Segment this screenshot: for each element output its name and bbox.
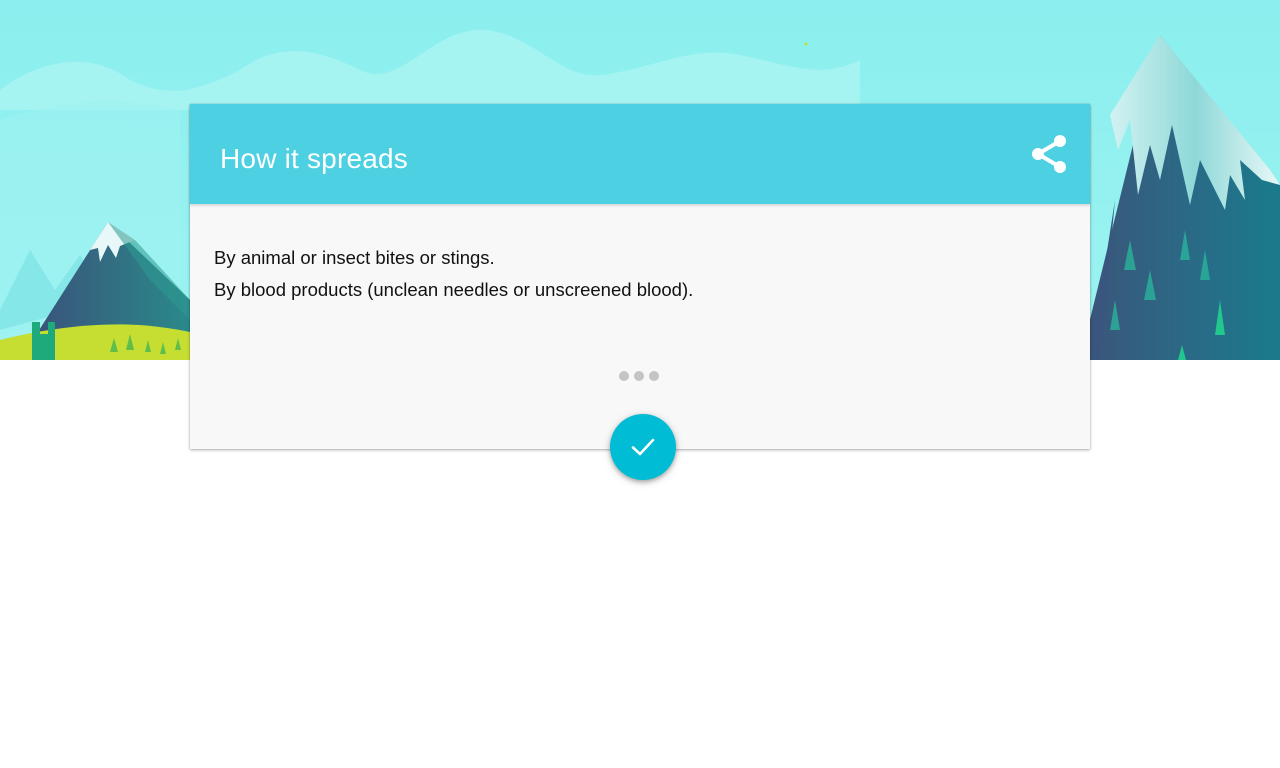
share-button[interactable] bbox=[1028, 132, 1072, 176]
page-dot bbox=[634, 371, 644, 381]
fact-line: By animal or insect bites or stings. bbox=[214, 247, 495, 268]
page-indicator bbox=[619, 371, 664, 381]
confirm-button[interactable] bbox=[610, 414, 676, 480]
card-title: How it spreads bbox=[220, 143, 408, 174]
card-body: By animal or insect bites or stings. By … bbox=[214, 242, 1064, 306]
check-icon bbox=[631, 438, 655, 456]
fact-line: By blood products (unclean needles or un… bbox=[214, 279, 694, 300]
info-card: How it spreads By animal or insect bites… bbox=[190, 104, 1090, 449]
page-dot bbox=[649, 371, 659, 381]
share-icon bbox=[1032, 135, 1066, 173]
card-header: How it spreads bbox=[190, 104, 1090, 204]
page-dot bbox=[619, 371, 629, 381]
